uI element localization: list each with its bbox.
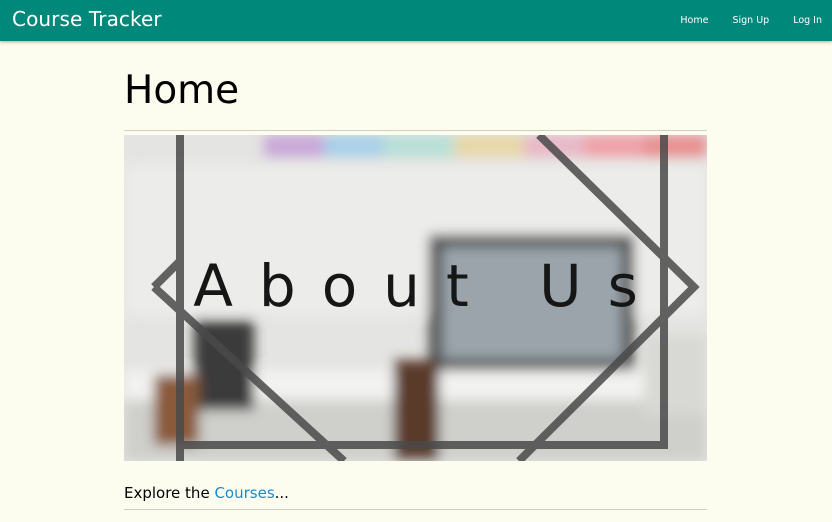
nav-home-link[interactable]: Home <box>680 15 708 26</box>
nav-login-link[interactable]: Log In <box>793 15 822 26</box>
brand-link[interactable]: Course Tracker <box>12 7 162 31</box>
hero-about-us-text: About Us <box>193 252 664 320</box>
nav-signup-link[interactable]: Sign Up <box>732 15 769 26</box>
nav-links: Home Sign Up Log In <box>656 0 822 41</box>
courses-link[interactable]: Courses <box>214 484 274 502</box>
main-content: Home About Us Explore the Courses... <box>124 41 707 510</box>
title-divider <box>124 130 707 131</box>
explore-line: Explore the Courses... <box>124 484 707 509</box>
about-us-hero-image: About Us <box>124 135 707 461</box>
explore-prefix: Explore the <box>124 484 215 502</box>
explore-suffix: ... <box>274 484 289 502</box>
page-title: Home <box>124 68 240 113</box>
top-navbar: Course Tracker Home Sign Up Log In <box>0 0 832 41</box>
bottom-divider <box>124 509 707 510</box>
